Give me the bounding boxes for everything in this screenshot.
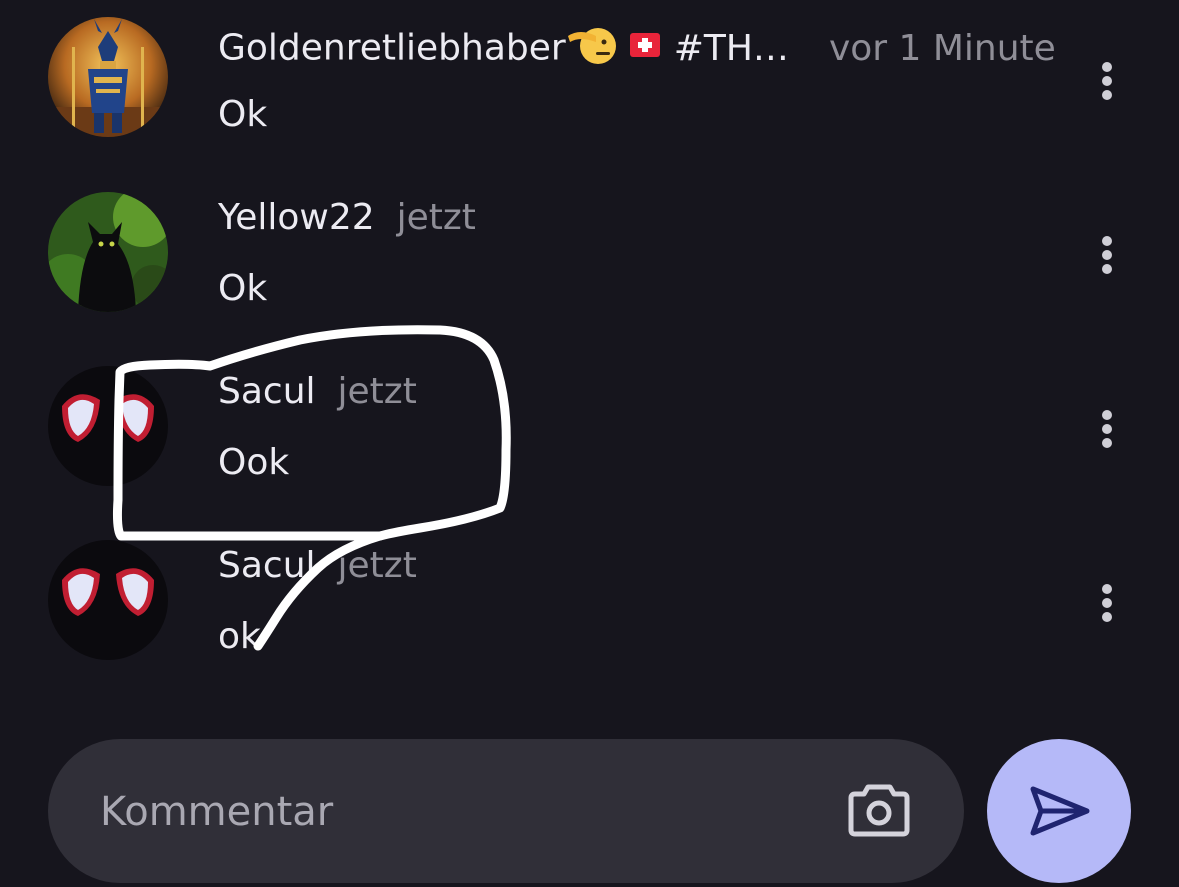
- more-options-icon[interactable]: [1090, 404, 1124, 454]
- comment-header: Yellow22 jetzt: [218, 196, 476, 240]
- more-options-icon[interactable]: [1090, 230, 1124, 280]
- username[interactable]: Yellow22: [218, 197, 375, 238]
- comment-text: Ok: [218, 94, 268, 135]
- username-suffix[interactable]: #TH…: [674, 28, 789, 69]
- spiderman-mask-avatar-image: [48, 366, 168, 486]
- send-button[interactable]: [987, 739, 1131, 883]
- timestamp: jetzt: [337, 371, 417, 412]
- black-cat-avatar-image: [48, 192, 168, 312]
- comment-composer: [48, 739, 964, 883]
- swiss-flag-emoji-icon: [628, 28, 662, 72]
- timestamp: jetzt: [337, 545, 417, 586]
- comment-text: Ook: [218, 442, 290, 483]
- comment-item: Goldenretliebhaber #TH… vor 1 Minute Ok: [0, 0, 1179, 174]
- anubis-warrior-avatar-image: [48, 17, 168, 137]
- avatar[interactable]: [48, 17, 168, 137]
- comment-input[interactable]: [98, 779, 822, 845]
- avatar[interactable]: [48, 366, 168, 486]
- comment-text: ok: [218, 616, 261, 657]
- saluting-face-emoji-icon: [566, 22, 620, 77]
- more-options-icon[interactable]: [1090, 56, 1124, 106]
- comments-screen: Goldenretliebhaber #TH… vor 1 Minute Ok: [0, 0, 1179, 887]
- spiderman-mask-avatar-image: [48, 540, 168, 660]
- username[interactable]: Sacul: [218, 371, 316, 412]
- username[interactable]: Goldenretliebhaber: [218, 28, 566, 69]
- username[interactable]: Sacul: [218, 545, 316, 586]
- camera-icon[interactable]: [848, 781, 910, 837]
- send-icon: [1030, 786, 1090, 836]
- timestamp: vor 1 Minute: [828, 27, 1056, 69]
- comment-item: Sacul jetzt ok: [0, 522, 1179, 696]
- comment-item: Sacul jetzt Ook: [0, 348, 1179, 522]
- comment-item: Yellow22 jetzt Ok: [0, 174, 1179, 348]
- comment-text: Ok: [218, 268, 268, 309]
- comment-header: Goldenretliebhaber #TH… vor 1 Minute: [218, 22, 1056, 77]
- comment-header: Sacul jetzt: [218, 370, 417, 414]
- avatar[interactable]: [48, 192, 168, 312]
- avatar[interactable]: [48, 540, 168, 660]
- timestamp: jetzt: [396, 197, 476, 238]
- more-options-icon[interactable]: [1090, 578, 1124, 628]
- comment-header: Sacul jetzt: [218, 544, 417, 588]
